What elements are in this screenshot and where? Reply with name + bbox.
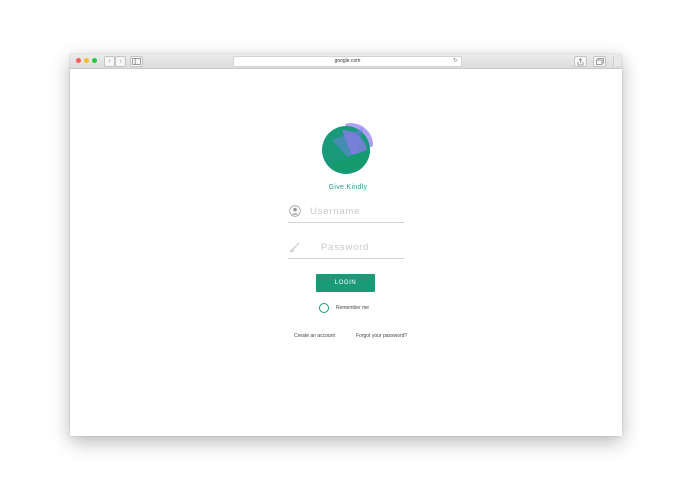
password-input[interactable]	[321, 240, 411, 254]
sidebar-icon	[132, 58, 141, 65]
address-bar[interactable]: google.com ↻	[233, 56, 462, 67]
username-input[interactable]	[310, 204, 400, 218]
user-circle-icon	[289, 205, 301, 217]
sidebar-toggle-button[interactable]	[130, 56, 143, 67]
remember-me-label: Remember me	[336, 305, 370, 311]
browser-window: ‹ › google.com ↻ Give.Kindly Username LO…	[70, 54, 622, 436]
give-kindly-logo-icon	[322, 123, 374, 174]
key-icon	[289, 242, 300, 253]
password-field	[288, 238, 411, 259]
address-text: google.com	[334, 58, 361, 64]
window-corner-handle	[613, 56, 620, 66]
share-button[interactable]	[574, 56, 587, 67]
login-button[interactable]: LOGIN	[316, 274, 375, 292]
create-account-link[interactable]: Create an account	[294, 333, 335, 339]
close-window-button[interactable]	[76, 58, 81, 63]
remember-me-radio[interactable]	[319, 303, 329, 313]
minimize-window-button[interactable]	[84, 58, 89, 63]
forward-button[interactable]: ›	[115, 56, 126, 67]
tabs-icon	[595, 58, 604, 65]
share-icon	[577, 57, 584, 65]
brand-name: Give.Kindly	[328, 184, 368, 191]
reload-icon[interactable]: ↻	[453, 57, 458, 66]
forgot-password-link[interactable]: Forgot your password?	[356, 333, 407, 339]
zoom-window-button[interactable]	[92, 58, 97, 63]
username-field	[288, 202, 404, 223]
browser-titlebar: ‹ › google.com ↻	[70, 54, 622, 69]
back-button[interactable]: ‹	[104, 56, 115, 67]
tabs-button[interactable]	[593, 56, 606, 67]
